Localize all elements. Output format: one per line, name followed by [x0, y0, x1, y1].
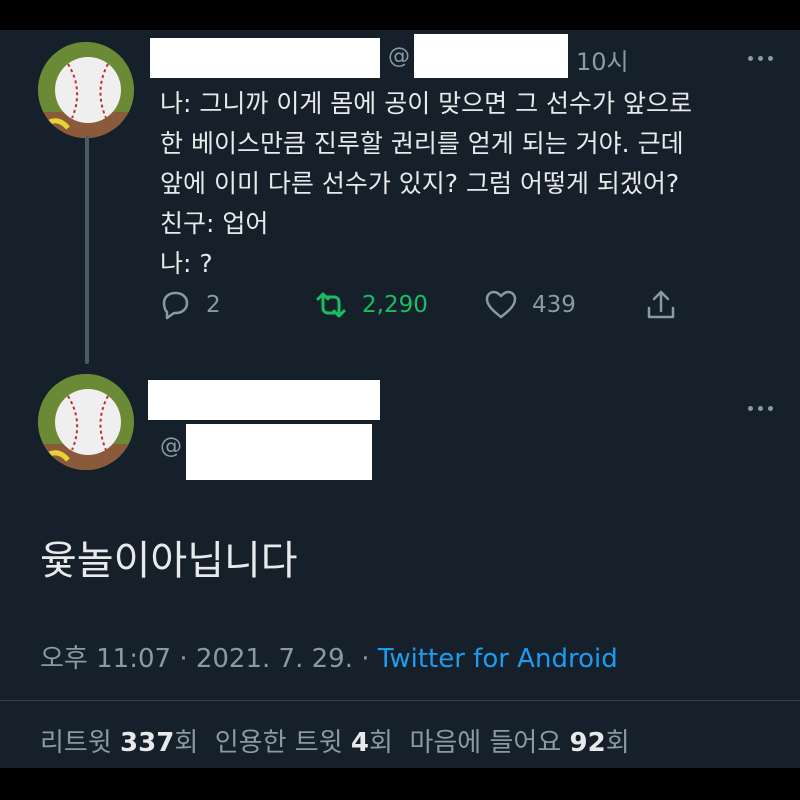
- tweet-line: 나: ?: [160, 249, 213, 278]
- tweet-frame: @ 10시 나: 그니까 이게 몸에 공이 맞으면 그 선수가 앞으로 한 베이…: [0, 30, 800, 768]
- retweet-stat[interactable]: 리트윗 337회: [40, 728, 198, 758]
- separator: ·: [361, 644, 370, 674]
- tweet-body: 윷놀이아닙니다: [40, 538, 298, 584]
- tweet-time[interactable]: 오후 11:07: [40, 644, 171, 674]
- retweet-count: 2,290: [362, 292, 428, 318]
- reply-count: 2: [206, 292, 221, 318]
- tweet-body: 나: 그니까 이게 몸에 공이 맞으면 그 선수가 앞으로 한 베이스만큼 진루…: [160, 84, 780, 284]
- at-symbol: @: [160, 434, 182, 459]
- more-options-icon[interactable]: [748, 52, 784, 64]
- separator: ·: [179, 644, 188, 674]
- retweet-button[interactable]: 2,290: [314, 288, 428, 322]
- tweet-line: 친구: 업어: [160, 209, 269, 238]
- tweet-line: 앞에 이미 다른 선수가 있지? 그럼 어떻게 되겠어?: [160, 169, 680, 198]
- divider: [0, 700, 800, 701]
- tweet-time[interactable]: 10시: [576, 42, 629, 77]
- heart-icon: [485, 290, 517, 319]
- retweet-icon: [316, 292, 346, 318]
- quote-stat[interactable]: 인용한 트윗 4회: [215, 728, 393, 758]
- avatar[interactable]: [38, 42, 134, 138]
- more-options-icon[interactable]: [748, 402, 784, 414]
- username-redacted: [414, 34, 568, 78]
- display-name-redacted: [150, 38, 380, 78]
- thread-line: [85, 136, 89, 364]
- tweet-line: 나: 그니까 이게 몸에 공이 맞으면 그 선수가 앞으로: [160, 89, 692, 118]
- tweet-source-link[interactable]: Twitter for Android: [378, 644, 618, 674]
- tweet-line: 한 베이스만큼 진루할 권리를 얻게 되는 거야. 근데: [160, 129, 684, 158]
- share-icon: [647, 290, 675, 319]
- like-button[interactable]: 439: [484, 288, 576, 322]
- reply-icon: [162, 291, 189, 320]
- like-count: 439: [532, 292, 576, 318]
- tweet-stats: 리트윗 337회 인용한 트윗 4회 마음에 들어요 92회: [40, 722, 630, 759]
- avatar[interactable]: [38, 374, 134, 470]
- display-name-redacted: [148, 380, 380, 420]
- like-stat[interactable]: 마음에 들어요 92회: [409, 728, 629, 758]
- baseball-avatar-icon: [38, 42, 134, 138]
- username-redacted: [186, 424, 372, 480]
- baseball-avatar-icon: [38, 374, 134, 470]
- share-button[interactable]: [644, 288, 678, 322]
- at-symbol: @: [388, 44, 410, 69]
- tweet-meta: 오후 11:07 · 2021. 7. 29. · Twitter for An…: [40, 638, 618, 675]
- tweet-date[interactable]: 2021. 7. 29.: [196, 644, 353, 674]
- reply-button[interactable]: 2: [158, 288, 221, 322]
